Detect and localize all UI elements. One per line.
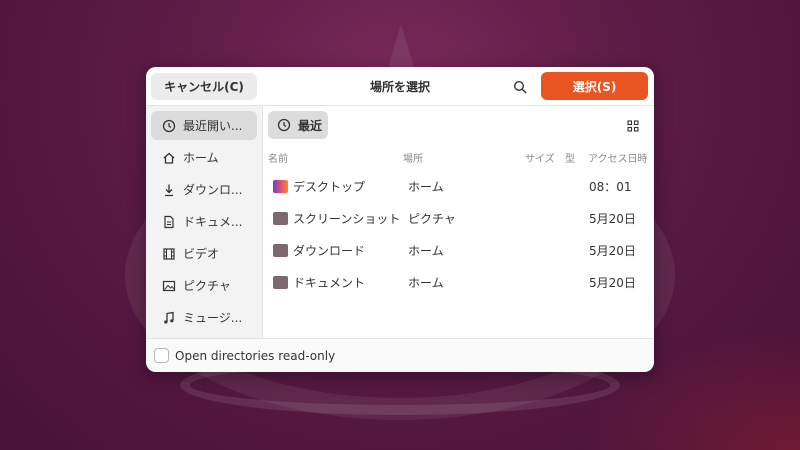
music-icon bbox=[161, 310, 177, 326]
search-button[interactable] bbox=[510, 77, 530, 97]
column-header-accessed[interactable]: アクセス日時 bbox=[588, 150, 648, 165]
file-accessed: 5月20日 bbox=[589, 275, 636, 290]
file-location: ピクチャ bbox=[408, 211, 456, 226]
file-row[interactable]: ドキュメント ホーム 5月20日 bbox=[263, 266, 654, 298]
sidebar-item-label: ダウンロ... bbox=[183, 183, 243, 197]
file-location: ホーム bbox=[408, 179, 444, 194]
column-header-location[interactable]: 場所 bbox=[403, 150, 423, 165]
sidebar-item-recent[interactable]: 最近開い... bbox=[151, 111, 257, 140]
file-name: デスクトップ bbox=[293, 179, 366, 194]
grid-view-button[interactable] bbox=[626, 118, 640, 132]
clock-icon bbox=[161, 118, 177, 134]
sidebar-item-label: 最近開い... bbox=[183, 119, 243, 133]
download-icon bbox=[161, 182, 177, 198]
desktop-folder-icon bbox=[273, 179, 288, 193]
location-recent-button[interactable]: 最近 bbox=[268, 111, 328, 139]
sidebar-item-label: ピクチャ bbox=[183, 279, 231, 293]
column-header-size[interactable]: サイズ bbox=[525, 150, 555, 165]
select-button[interactable]: 選択(S) bbox=[541, 72, 648, 100]
cancel-button[interactable]: キャンセル(C) bbox=[151, 73, 257, 100]
file-name: ドキュメント bbox=[293, 275, 366, 290]
file-row[interactable]: ダウンロード ホーム 5月20日 bbox=[263, 234, 654, 266]
folder-icon bbox=[273, 211, 288, 225]
grid-icon bbox=[627, 120, 639, 132]
read-only-checkbox[interactable] bbox=[154, 348, 169, 363]
column-header-type[interactable]: 型 bbox=[565, 150, 575, 165]
sidebar-item-documents[interactable]: ドキュメ... bbox=[151, 207, 257, 236]
sidebar-item-music[interactable]: ミュージ... bbox=[151, 303, 257, 332]
file-location: ホーム bbox=[408, 275, 444, 290]
sidebar-item-label: ミュージ... bbox=[183, 311, 243, 325]
file-row[interactable]: デスクトップ ホーム 08：01 bbox=[263, 170, 654, 202]
home-icon bbox=[161, 150, 177, 166]
file-accessed: 5月20日 bbox=[589, 211, 636, 226]
sidebar-item-downloads[interactable]: ダウンロ... bbox=[151, 175, 257, 204]
dialog-title: 場所を選択 bbox=[369, 80, 430, 94]
file-chooser-dialog: キャンセル(C) 場所を選択 選択(S) 最近開い... ホーム ダウンロ...… bbox=[146, 67, 654, 372]
dialog-header: キャンセル(C) 場所を選択 選択(S) bbox=[146, 67, 654, 106]
sidebar-item-label: ドキュメ... bbox=[183, 215, 243, 229]
document-icon bbox=[161, 214, 177, 230]
clock-icon bbox=[276, 117, 292, 133]
search-icon bbox=[513, 80, 527, 94]
sidebar-item-pictures[interactable]: ピクチャ bbox=[151, 271, 257, 300]
film-icon bbox=[161, 246, 177, 262]
download-folder-icon bbox=[273, 243, 288, 257]
file-accessed: 5月20日 bbox=[589, 243, 636, 258]
read-only-label: Open directories read-only bbox=[175, 348, 336, 363]
sidebar-item-videos[interactable]: ビデオ bbox=[151, 239, 257, 268]
dialog-footer: Open directories read-only bbox=[146, 338, 654, 372]
column-header-name[interactable]: 名前 bbox=[268, 150, 288, 165]
document-folder-icon bbox=[273, 275, 288, 289]
file-accessed: 08：01 bbox=[589, 179, 632, 194]
places-sidebar: 最近開い... ホーム ダウンロ... ドキュメ... ビデオ ピクチャ ミュー… bbox=[146, 106, 263, 338]
picture-icon bbox=[161, 278, 177, 294]
file-name: ダウンロード bbox=[293, 243, 366, 258]
file-list-pane: 最近 名前 場所 サイズ 型 アクセス日時 デスクトップ ホーム 08：01 ス… bbox=[263, 106, 654, 338]
location-label: 最近 bbox=[298, 118, 323, 133]
sidebar-item-label: ホーム bbox=[183, 151, 219, 165]
file-location: ホーム bbox=[408, 243, 444, 258]
sidebar-item-home[interactable]: ホーム bbox=[151, 143, 257, 172]
file-row[interactable]: スクリーンショット ピクチャ 5月20日 bbox=[263, 202, 654, 234]
file-name: スクリーンショット bbox=[293, 211, 401, 226]
sidebar-item-label: ビデオ bbox=[183, 247, 220, 261]
